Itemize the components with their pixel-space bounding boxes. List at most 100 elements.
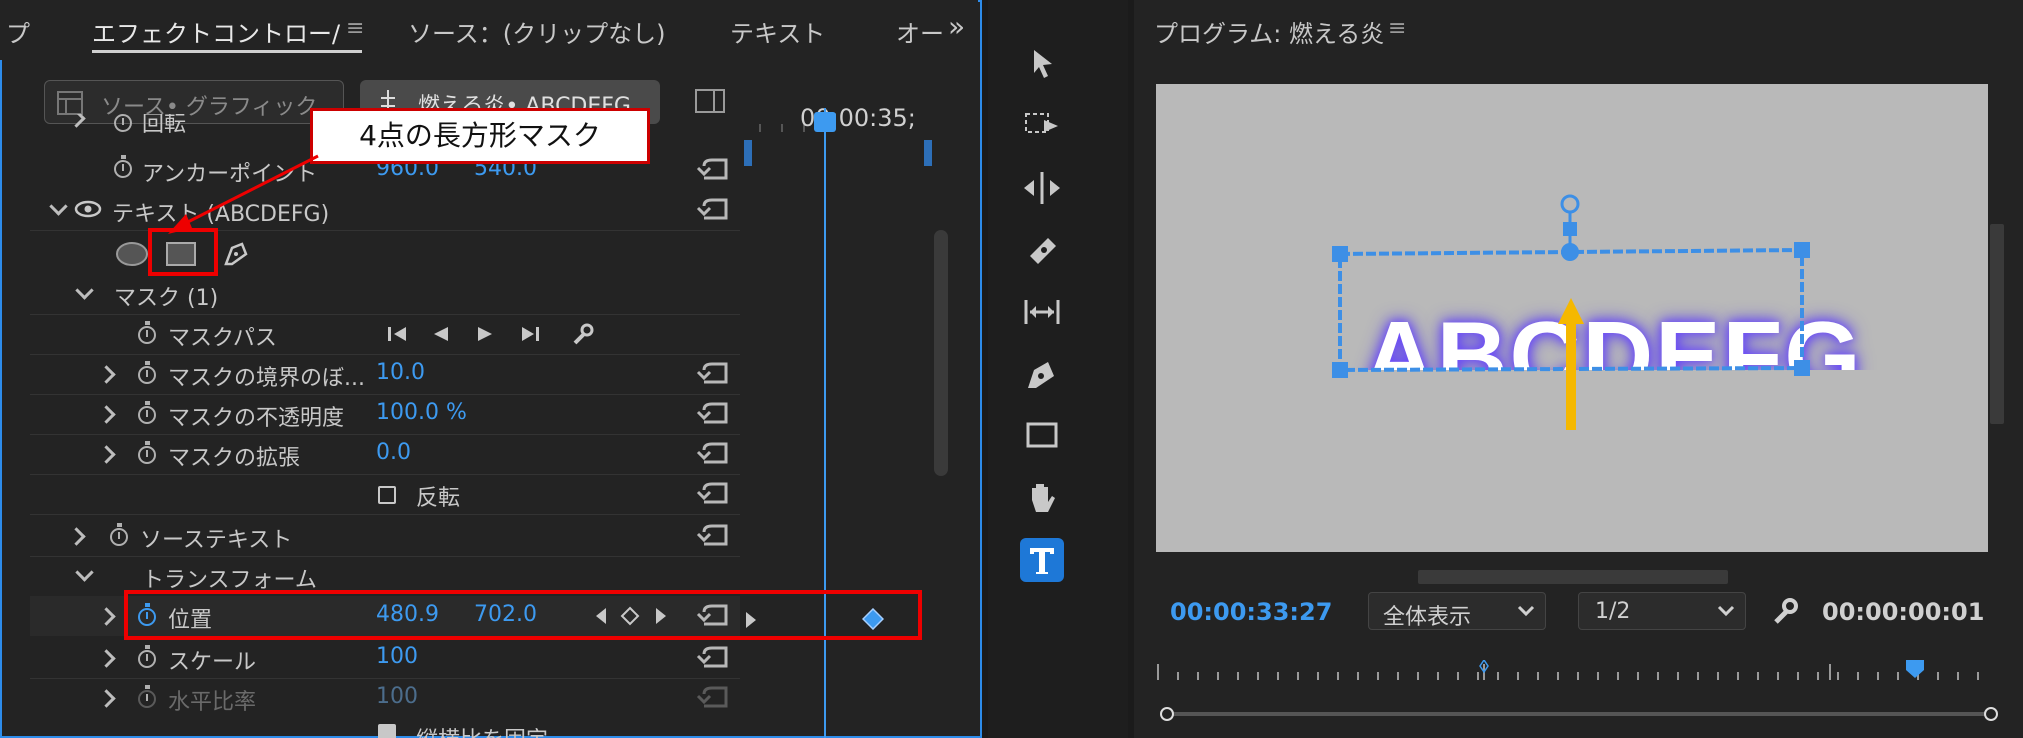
pen-mask-icon[interactable] <box>220 238 250 270</box>
param-label: マスクの境界のぼ... <box>168 366 365 391</box>
wrench-icon[interactable] <box>570 322 596 348</box>
program-monitor-title[interactable]: プログラム: 燃える炎 <box>1154 14 1384 49</box>
mask-opacity-value[interactable]: 100.0 % <box>376 400 467 425</box>
stopwatch-icon[interactable] <box>114 155 132 178</box>
expand-icon[interactable] <box>97 607 116 626</box>
stopwatch-icon[interactable] <box>138 361 156 384</box>
range-end-handle[interactable] <box>1984 707 1998 721</box>
param-label: ソーステキスト <box>140 528 293 553</box>
chevron-down-icon <box>1717 605 1735 617</box>
tab-truncated[interactable]: プ <box>6 14 30 49</box>
mask-label: マスク (1) <box>114 286 219 311</box>
slip-tool-icon[interactable] <box>1020 290 1064 334</box>
reset-icon[interactable] <box>696 400 730 428</box>
mask-feather-value[interactable]: 10.0 <box>376 360 425 385</box>
more-tabs-icon[interactable]: » <box>948 10 965 43</box>
clip-end-marker <box>924 140 932 166</box>
track-backward-icon[interactable] <box>430 324 452 344</box>
track-select-tool-icon[interactable] <box>1020 104 1064 148</box>
stopwatch-icon[interactable] <box>114 114 132 132</box>
program-horizontal-scrollbar[interactable] <box>1418 570 1728 584</box>
program-time-ruler[interactable] <box>1156 660 1988 682</box>
reset-icon <box>696 686 728 708</box>
uniform-scale-checkbox[interactable] <box>378 724 396 738</box>
tab-source[interactable]: ソース：(クリップなし) <box>408 14 666 49</box>
tab-effect-controls[interactable]: エフェクトコントロー/ <box>92 14 340 49</box>
resolution-select-value: 1/2 <box>1595 599 1631 624</box>
panel-menu-icon[interactable]: ≡ <box>346 16 364 41</box>
razor-tool-icon[interactable] <box>1020 228 1064 272</box>
reset-icon[interactable] <box>696 480 730 508</box>
type-tool-button[interactable] <box>1020 538 1064 582</box>
invert-checkbox[interactable] <box>378 486 396 504</box>
playhead-handle[interactable] <box>814 112 836 132</box>
row-mask-tools <box>30 234 740 274</box>
settings-wrench-icon[interactable] <box>1770 596 1800 626</box>
stopwatch-icon[interactable] <box>138 645 156 668</box>
tab-audio-truncated[interactable]: オー <box>896 14 944 49</box>
upward-arrow-annotation <box>1558 298 1584 430</box>
mask-expansion-value[interactable]: 0.0 <box>376 440 411 465</box>
panel-layout-icon[interactable] <box>694 88 726 114</box>
program-vertical-scrollbar[interactable] <box>1990 224 2004 424</box>
expand-icon[interactable] <box>67 114 86 128</box>
row-source-text: ソーステキスト <box>30 516 740 556</box>
stopwatch-icon[interactable] <box>110 523 128 546</box>
pen-tool-icon[interactable] <box>1020 352 1064 396</box>
range-start-handle[interactable] <box>1160 707 1174 721</box>
hand-tool-icon[interactable] <box>1020 476 1064 520</box>
row-mask-feather: マスクの境界のぼ... 10.0 <box>30 354 740 394</box>
scale-value[interactable]: 100 <box>376 644 418 669</box>
stopwatch-icon <box>138 685 156 708</box>
position-row-highlight <box>124 590 922 640</box>
current-timecode[interactable]: 00:00:33:27 <box>1170 598 1332 626</box>
expand-icon[interactable] <box>97 445 116 464</box>
expand-icon[interactable] <box>97 689 116 708</box>
reset-icon[interactable] <box>696 156 730 184</box>
resolution-select[interactable]: 1/2 <box>1578 592 1746 630</box>
param-label: マスクパス <box>168 326 277 351</box>
effect-controls-scrollbar[interactable] <box>934 230 948 476</box>
track-forward-all-icon[interactable] <box>516 324 542 344</box>
duration-timecode: 00:00:00:01 <box>1822 598 1985 626</box>
row-mask-expansion: マスクの拡張 0.0 <box>30 434 740 474</box>
collapse-icon[interactable] <box>75 281 94 300</box>
reset-icon[interactable] <box>696 440 730 468</box>
tab-text[interactable]: テキスト <box>730 14 825 49</box>
ellipse-mask-icon[interactable] <box>114 240 150 268</box>
playhead-line <box>824 108 826 738</box>
collapse-icon[interactable] <box>49 197 68 216</box>
clip-start-marker <box>744 140 752 166</box>
selection-tool-icon[interactable] <box>1020 42 1064 86</box>
callout-label: 4点の長方形マスク <box>310 108 650 164</box>
param-label: 水平比率 <box>168 690 257 715</box>
zoom-select[interactable]: 全体表示 <box>1368 592 1546 630</box>
divider <box>30 230 740 231</box>
expand-icon[interactable] <box>67 527 86 546</box>
row-scale: スケール 100 <box>30 638 740 678</box>
eye-icon[interactable] <box>74 200 102 218</box>
stopwatch-icon[interactable] <box>138 441 156 464</box>
stopwatch-icon[interactable] <box>138 321 156 344</box>
reset-icon[interactable] <box>696 522 730 550</box>
rectangle-tool-icon[interactable] <box>1020 414 1064 458</box>
divider <box>30 514 740 515</box>
row-text-layer: テキスト (ABCDEFG) <box>30 190 740 230</box>
row-invert: 反転 <box>30 474 740 514</box>
program-menu-icon[interactable]: ≡ <box>1388 16 1406 41</box>
track-backward-all-icon[interactable] <box>386 324 412 344</box>
param-label: マスクの不透明度 <box>168 406 345 431</box>
expand-icon[interactable] <box>97 365 116 384</box>
reset-icon[interactable] <box>696 196 730 224</box>
param-label: マスクの拡張 <box>168 446 301 471</box>
row-mask: マスク (1) <box>30 274 740 314</box>
ripple-edit-tool-icon[interactable] <box>1020 166 1064 210</box>
expand-icon[interactable] <box>97 405 116 424</box>
zoom-range-bar[interactable] <box>1166 712 1994 716</box>
expand-icon[interactable] <box>97 649 116 668</box>
reset-icon[interactable] <box>696 360 730 388</box>
stopwatch-icon[interactable] <box>138 401 156 424</box>
reset-icon[interactable] <box>696 644 730 672</box>
collapse-icon[interactable] <box>75 563 94 582</box>
track-forward-icon[interactable] <box>474 324 496 344</box>
